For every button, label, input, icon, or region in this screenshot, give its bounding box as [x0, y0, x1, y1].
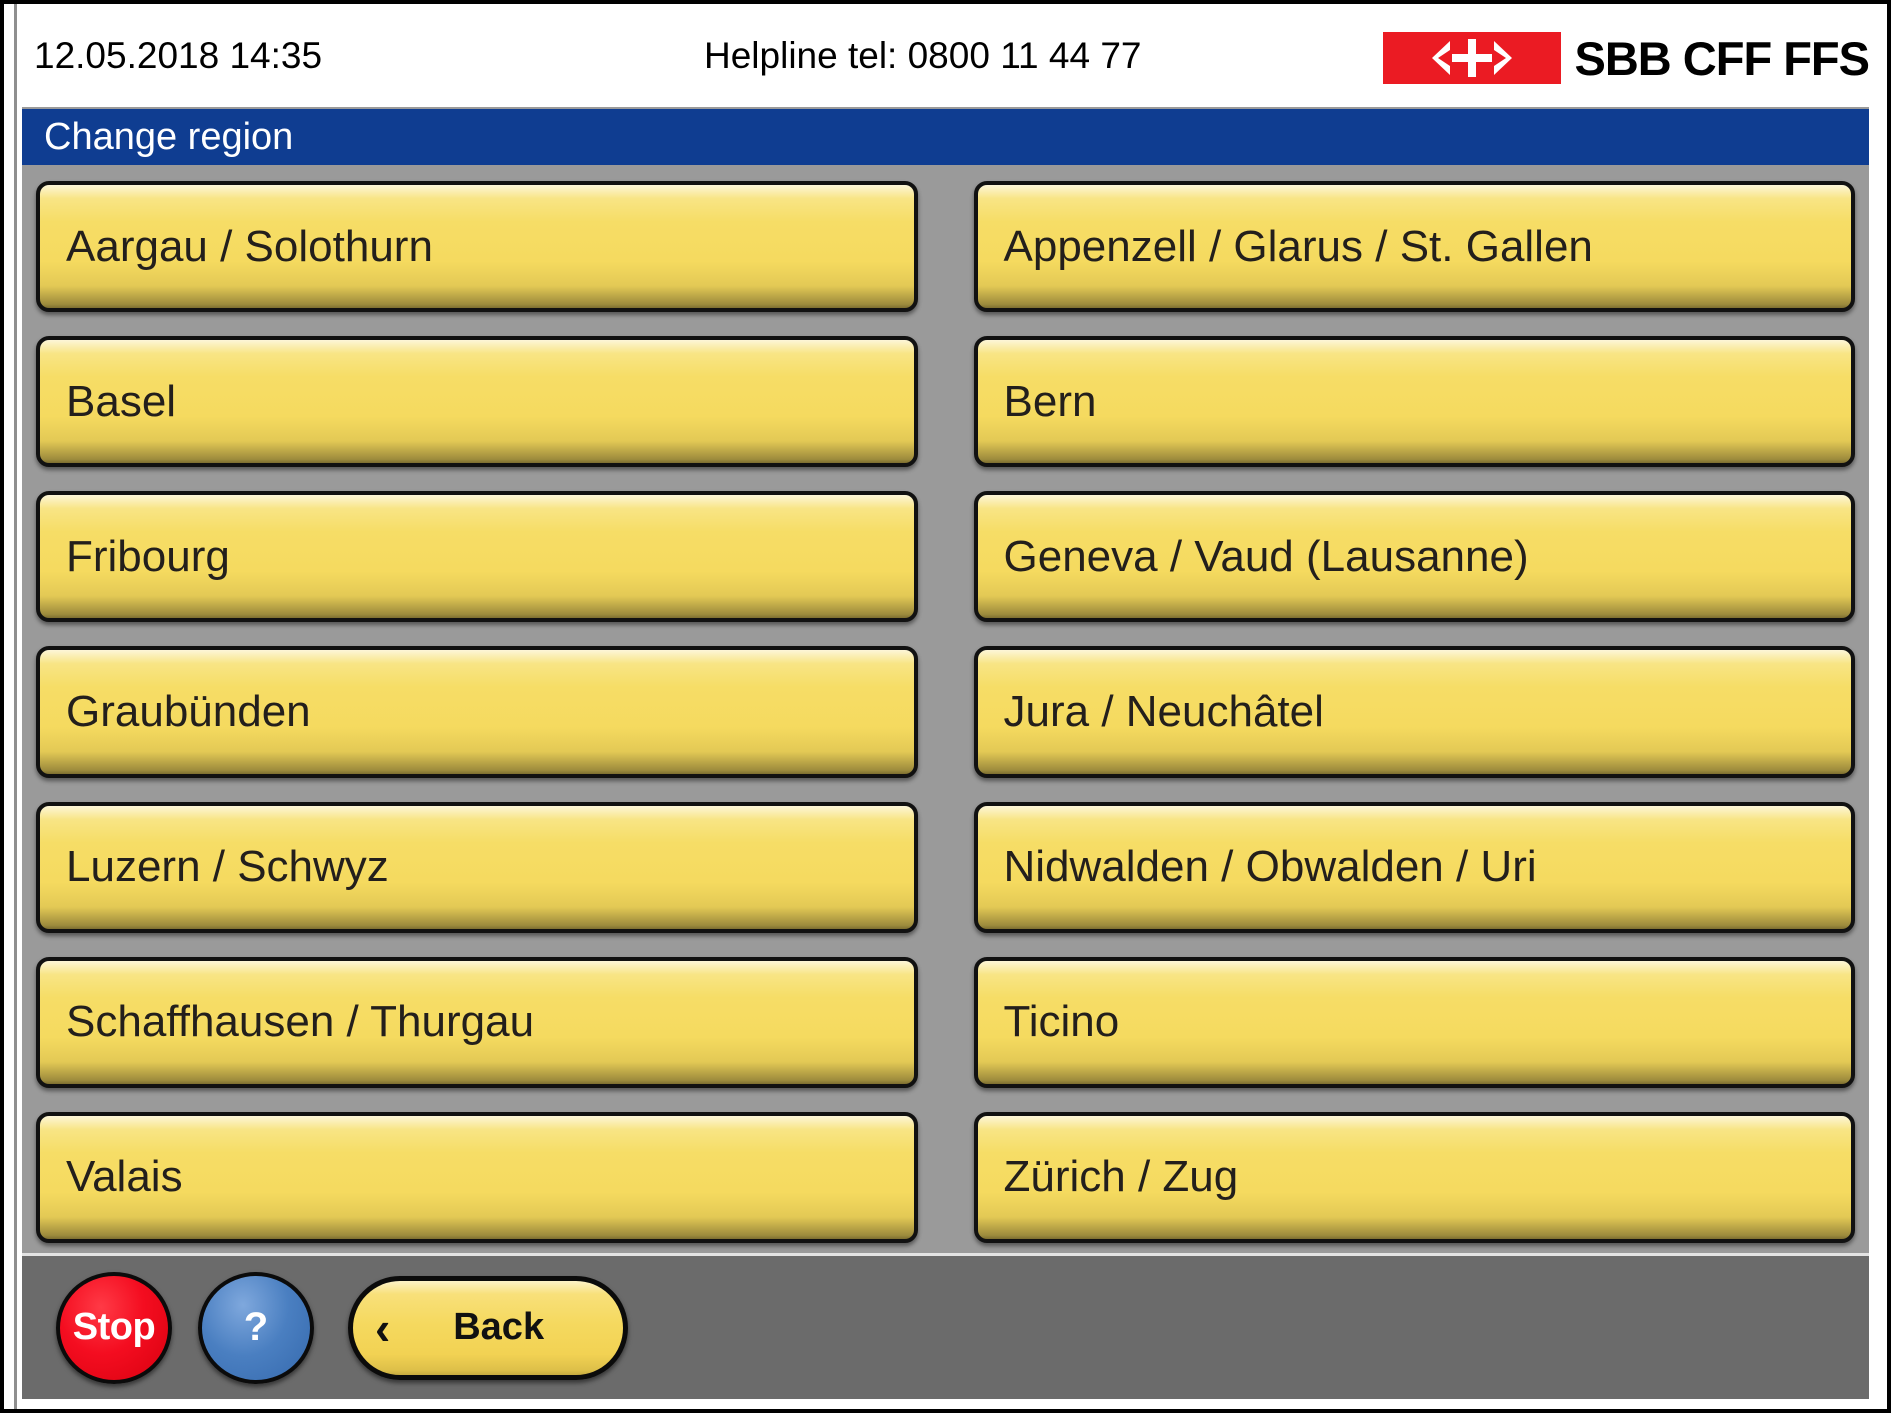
chevron-left-icon: ‹	[375, 1301, 391, 1354]
sbb-arrows-icon	[1382, 32, 1561, 84]
question-mark-icon: ?	[243, 1305, 269, 1349]
helpline-text: Helpline tel: 0800 11 44 77	[704, 34, 1142, 76]
region-button-label: Basel	[66, 376, 177, 426]
bottom-toolbar: Stop ? ‹ Back	[22, 1253, 1869, 1399]
region-button-appenzell-glarus-st-gallen[interactable]: Appenzell / Glarus / St. Gallen	[973, 181, 1855, 313]
region-button-zurich-zug[interactable]: Zürich / Zug	[973, 1111, 1855, 1243]
sbb-logo: SBB CFF FFS	[1382, 31, 1870, 85]
stop-button-label: Stop	[72, 1306, 156, 1348]
page-title-bar: Change region	[22, 107, 1869, 165]
back-button-label: Back	[453, 1306, 545, 1348]
region-button-basel[interactable]: Basel	[36, 336, 918, 468]
help-button[interactable]: ?	[198, 1271, 314, 1384]
region-button-label: Geneva / Vaud (Lausanne)	[1003, 531, 1529, 581]
region-button-valais[interactable]: Valais	[36, 1111, 918, 1243]
region-button-label: Luzern / Schwyz	[66, 842, 389, 892]
region-button-label: Graubünden	[66, 686, 311, 736]
current-datetime: 12.05.2018 14:35	[34, 34, 323, 76]
region-button-label: Aargau / Solothurn	[66, 221, 433, 271]
region-button-label: Jura / Neuchâtel	[1003, 686, 1324, 736]
ticket-machine-screen: 12.05.2018 14:35 Helpline tel: 0800 11 4…	[0, 0, 1891, 1413]
region-button-label: Bern	[1003, 376, 1097, 426]
region-button-label: Appenzell / Glarus / St. Gallen	[1003, 221, 1593, 271]
region-button-ticino[interactable]: Ticino	[973, 956, 1855, 1088]
region-button-label: Schaffhausen / Thurgau	[66, 997, 535, 1047]
region-column-right: Appenzell / Glarus / St. Gallen Bern Gen…	[973, 181, 1855, 1243]
region-column-left: Aargau / Solothurn Basel Fribourg Graubü…	[36, 181, 918, 1243]
status-bar: 12.05.2018 14:35 Helpline tel: 0800 11 4…	[4, 4, 1887, 107]
region-button-jura-neuchatel[interactable]: Jura / Neuchâtel	[973, 646, 1855, 778]
region-button-label: Ticino	[1003, 997, 1120, 1047]
back-button[interactable]: ‹ Back	[348, 1275, 628, 1380]
region-button-bern[interactable]: Bern	[973, 336, 1855, 468]
region-selection-panel: Aargau / Solothurn Basel Fribourg Graubü…	[22, 165, 1869, 1253]
region-button-nidwalden-obwalden-uri[interactable]: Nidwalden / Obwalden / Uri	[973, 801, 1855, 933]
region-button-fribourg[interactable]: Fribourg	[36, 491, 918, 623]
page-title: Change region	[44, 115, 294, 158]
region-button-schaffhausen-thurgau[interactable]: Schaffhausen / Thurgau	[36, 956, 918, 1088]
sbb-wordmark: SBB CFF FFS	[1574, 31, 1870, 85]
region-button-label: Valais	[66, 1152, 183, 1202]
region-button-geneva-vaud-lausanne[interactable]: Geneva / Vaud (Lausanne)	[973, 491, 1855, 623]
stop-button[interactable]: Stop	[56, 1271, 172, 1384]
region-button-label: Zürich / Zug	[1003, 1152, 1239, 1202]
region-button-aargau-solothurn[interactable]: Aargau / Solothurn	[36, 181, 918, 313]
region-button-luzern-schwyz[interactable]: Luzern / Schwyz	[36, 801, 918, 933]
region-button-label: Nidwalden / Obwalden / Uri	[1003, 842, 1537, 892]
region-button-label: Fribourg	[66, 531, 230, 581]
region-button-graubunden[interactable]: Graubünden	[36, 646, 918, 778]
